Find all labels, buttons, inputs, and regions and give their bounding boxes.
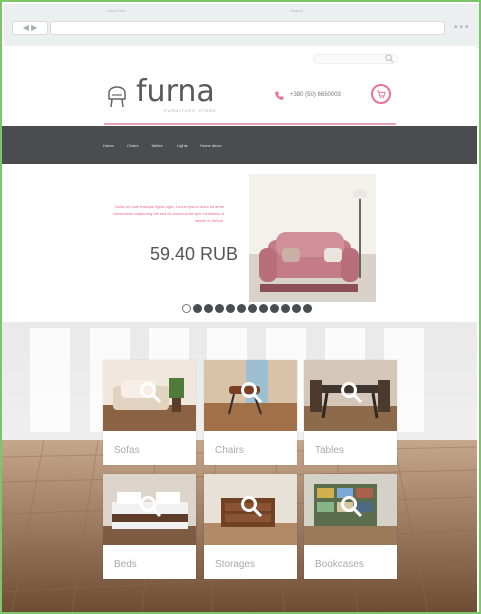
magnify-icon[interactable] <box>339 494 364 519</box>
slider-dot[interactable] <box>281 304 290 313</box>
header-divider <box>104 123 396 125</box>
slider-dot[interactable] <box>292 304 301 313</box>
cart-icon <box>377 90 386 99</box>
magnify-icon[interactable] <box>239 494 264 519</box>
browser-menu-icon[interactable]: ••• <box>454 23 471 33</box>
slider-dot[interactable] <box>303 304 312 313</box>
main-navigation <box>2 126 477 164</box>
magnify-icon[interactable] <box>239 380 264 405</box>
category-label-bookcases: Bookcases <box>315 559 364 570</box>
category-card-beds[interactable]: Beds <box>103 474 196 579</box>
magnify-icon[interactable] <box>339 380 364 405</box>
hero-sofa-image <box>249 174 376 302</box>
logo-subtitle: FURNITURE STORE <box>164 108 217 113</box>
category-card-sofas[interactable]: Sofas <box>103 360 196 465</box>
category-label-storages: Storages <box>215 559 256 570</box>
nav-item-chairs[interactable]: Chairs <box>127 143 139 148</box>
category-card-bookcases[interactable]: Bookcases <box>304 474 397 579</box>
browser-nav-buttons[interactable]: ◀ ▶ <box>12 21 48 35</box>
category-card-storages[interactable]: Storages <box>204 474 297 579</box>
nav-item-tables[interactable]: Tables <box>151 143 163 148</box>
category-card-chairs[interactable]: Chairs <box>204 360 297 465</box>
search-icon[interactable] <box>385 54 394 63</box>
slider-dot[interactable] <box>193 304 202 313</box>
magnify-icon[interactable] <box>138 494 163 519</box>
address-bar[interactable] <box>50 21 445 35</box>
slider-dot[interactable] <box>182 304 191 313</box>
top-utility-text: Home Info <box>107 8 126 13</box>
logo-text[interactable]: furna <box>136 74 215 109</box>
slider-dot[interactable] <box>248 304 257 313</box>
nav-item-home-decor[interactable]: Home decor <box>200 143 222 148</box>
category-label-sofas: Sofas <box>114 445 140 456</box>
slider-dot[interactable] <box>204 304 213 313</box>
magnify-icon[interactable] <box>138 380 163 405</box>
category-card-tables[interactable]: Tables <box>304 360 397 465</box>
hero-slider <box>2 164 477 322</box>
search-label: Search <box>290 8 303 13</box>
slider-dot[interactable] <box>215 304 224 313</box>
hero-promo-text: Nulla vel nam tristique ligula eget. Lor… <box>112 204 224 223</box>
slider-dot[interactable] <box>259 304 268 313</box>
cart-button[interactable] <box>371 84 391 104</box>
slider-dot[interactable] <box>226 304 235 313</box>
hero-price: 59.40 RUB <box>150 244 239 264</box>
phone-icon <box>275 91 284 100</box>
category-label-chairs: Chairs <box>215 445 244 456</box>
slider-dot[interactable] <box>270 304 279 313</box>
site-header <box>2 72 477 124</box>
category-label-beds: Beds <box>114 559 137 570</box>
nav-item-home[interactable]: Home <box>103 143 114 148</box>
chair-logo-icon[interactable] <box>104 82 130 108</box>
phone-number: +380 (50) 6650003 <box>290 92 341 98</box>
slider-dot[interactable] <box>237 304 246 313</box>
category-label-tables: Tables <box>315 445 344 456</box>
nav-item-lights[interactable]: Lights <box>177 143 188 148</box>
top-utility-bar <box>2 46 477 70</box>
browser-toolbar: ◀ ▶ ••• <box>4 4 479 48</box>
